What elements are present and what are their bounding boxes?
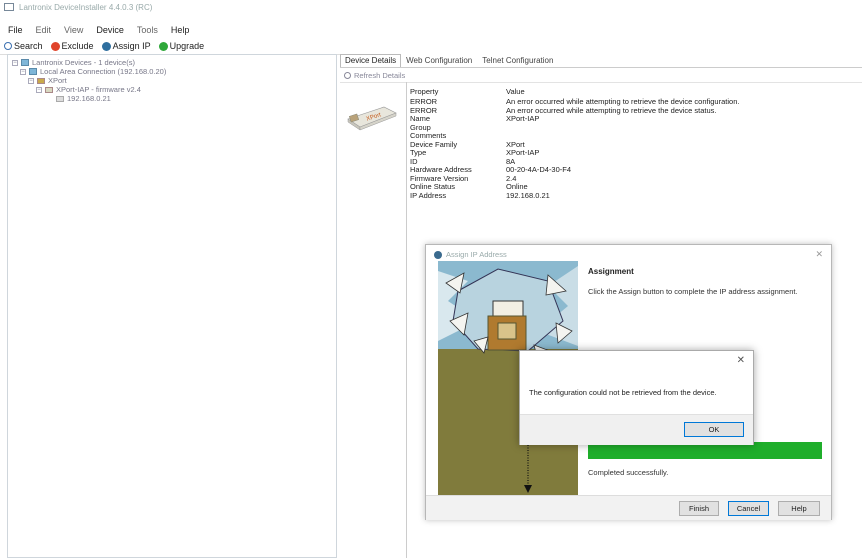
folder-icon	[37, 77, 45, 84]
menu-help[interactable]: Help	[171, 25, 190, 35]
network-icon	[21, 59, 29, 66]
toolbar: Search Exclude Assign IP Upgrade	[0, 38, 862, 54]
exclude-label: Exclude	[61, 41, 94, 51]
assign-ip-icon	[434, 250, 442, 259]
details-divider	[406, 82, 407, 558]
exclude-icon	[50, 41, 60, 51]
menu-view[interactable]: View	[64, 25, 83, 35]
assign-ip-label: Assign IP	[112, 41, 151, 51]
menu-device[interactable]: Device	[96, 25, 124, 35]
cancel-button[interactable]: Cancel	[728, 501, 769, 516]
device-image: XPort	[347, 106, 397, 131]
tree-group-label: XPort	[48, 76, 67, 85]
completed-status: Completed successfully.	[588, 468, 669, 477]
tree-item-ip[interactable]: 192.168.0.21	[56, 94, 111, 103]
menu-file[interactable]: File	[8, 25, 23, 35]
tree-device-label: XPort-IAP - firmware v2.4	[56, 85, 141, 94]
error-dialog-footer: OK	[520, 414, 753, 445]
tab-web-configuration[interactable]: Web Configuration	[401, 54, 477, 67]
tree-item-device[interactable]: − XPort-IAP - firmware v2.4	[36, 85, 141, 94]
tree-ip-label: 192.168.0.21	[67, 94, 111, 103]
upgrade-icon	[158, 41, 168, 51]
property-name: IP Address	[410, 190, 447, 200]
finish-button[interactable]: Finish	[679, 501, 719, 516]
assignment-instruction: Click the Assign button to complete the …	[588, 287, 798, 296]
tab-bar: Device Details Web Configuration Telnet …	[340, 54, 558, 67]
network-adapter-icon	[29, 68, 37, 75]
refresh-label: Refresh Details	[354, 71, 406, 80]
help-button[interactable]: Help	[778, 501, 820, 516]
error-dialog: ✕ The configuration could not be retriev…	[519, 350, 754, 445]
search-button[interactable]: Search	[4, 41, 43, 51]
collapse-icon[interactable]: −	[28, 77, 34, 84]
value-header: Value	[506, 87, 525, 96]
app-icon	[4, 3, 14, 11]
tree-root-label: Lantronix Devices - 1 device(s)	[32, 58, 135, 67]
tree-item-root[interactable]: − Lantronix Devices - 1 device(s)	[12, 58, 135, 67]
assign-ip-dialog-title: Assign IP Address	[434, 250, 507, 259]
title-bar: Lantronix DeviceInstaller 4.4.0.3 (RC)	[0, 0, 862, 14]
assign-ip-dialog-title-text: Assign IP Address	[446, 250, 507, 259]
collapse-icon[interactable]: −	[36, 86, 42, 93]
window-title: Lantronix DeviceInstaller 4.4.0.3 (RC)	[19, 2, 153, 12]
assign-ip-icon	[101, 41, 111, 51]
search-icon	[4, 42, 12, 50]
collapse-icon[interactable]: −	[12, 59, 18, 66]
tab-telnet-configuration[interactable]: Telnet Configuration	[477, 54, 558, 67]
ok-button[interactable]: OK	[684, 422, 744, 437]
device-tree[interactable]: − Lantronix Devices - 1 device(s) − Loca…	[7, 54, 337, 558]
tab-underline	[340, 67, 862, 68]
tab-device-details[interactable]: Device Details	[340, 54, 402, 67]
error-message: The configuration could not be retrieved…	[529, 388, 717, 397]
device-icon	[45, 86, 53, 93]
assign-ip-button[interactable]: Assign IP	[101, 41, 151, 51]
upgrade-label: Upgrade	[169, 41, 205, 51]
tree-item-connection[interactable]: − Local Area Connection (192.168.0.20)	[20, 67, 166, 76]
exclude-button[interactable]: Exclude	[50, 41, 94, 51]
refresh-details-button[interactable]: Refresh Details	[344, 71, 405, 80]
close-icon[interactable]: ✕	[815, 249, 823, 260]
tree-item-group[interactable]: − XPort	[28, 76, 67, 85]
collapse-icon[interactable]: −	[20, 68, 26, 75]
assignment-heading: Assignment	[588, 267, 634, 276]
refresh-icon	[344, 72, 351, 79]
search-label: Search	[14, 41, 43, 51]
property-value: 192.168.0.21	[506, 190, 550, 200]
menu-bar: File Edit View Device Tools Help	[0, 23, 862, 37]
ip-icon	[56, 95, 64, 102]
menu-tools[interactable]: Tools	[137, 25, 158, 35]
assign-dialog-footer: Finish Cancel Help	[426, 495, 831, 520]
property-header: Property	[410, 87, 439, 96]
tree-connection-label: Local Area Connection (192.168.0.20)	[40, 67, 167, 76]
upgrade-button[interactable]: Upgrade	[158, 41, 205, 51]
property-value: XPort-IAP	[506, 114, 540, 123]
menu-edit[interactable]: Edit	[36, 25, 52, 35]
close-icon[interactable]: ✕	[737, 355, 745, 366]
